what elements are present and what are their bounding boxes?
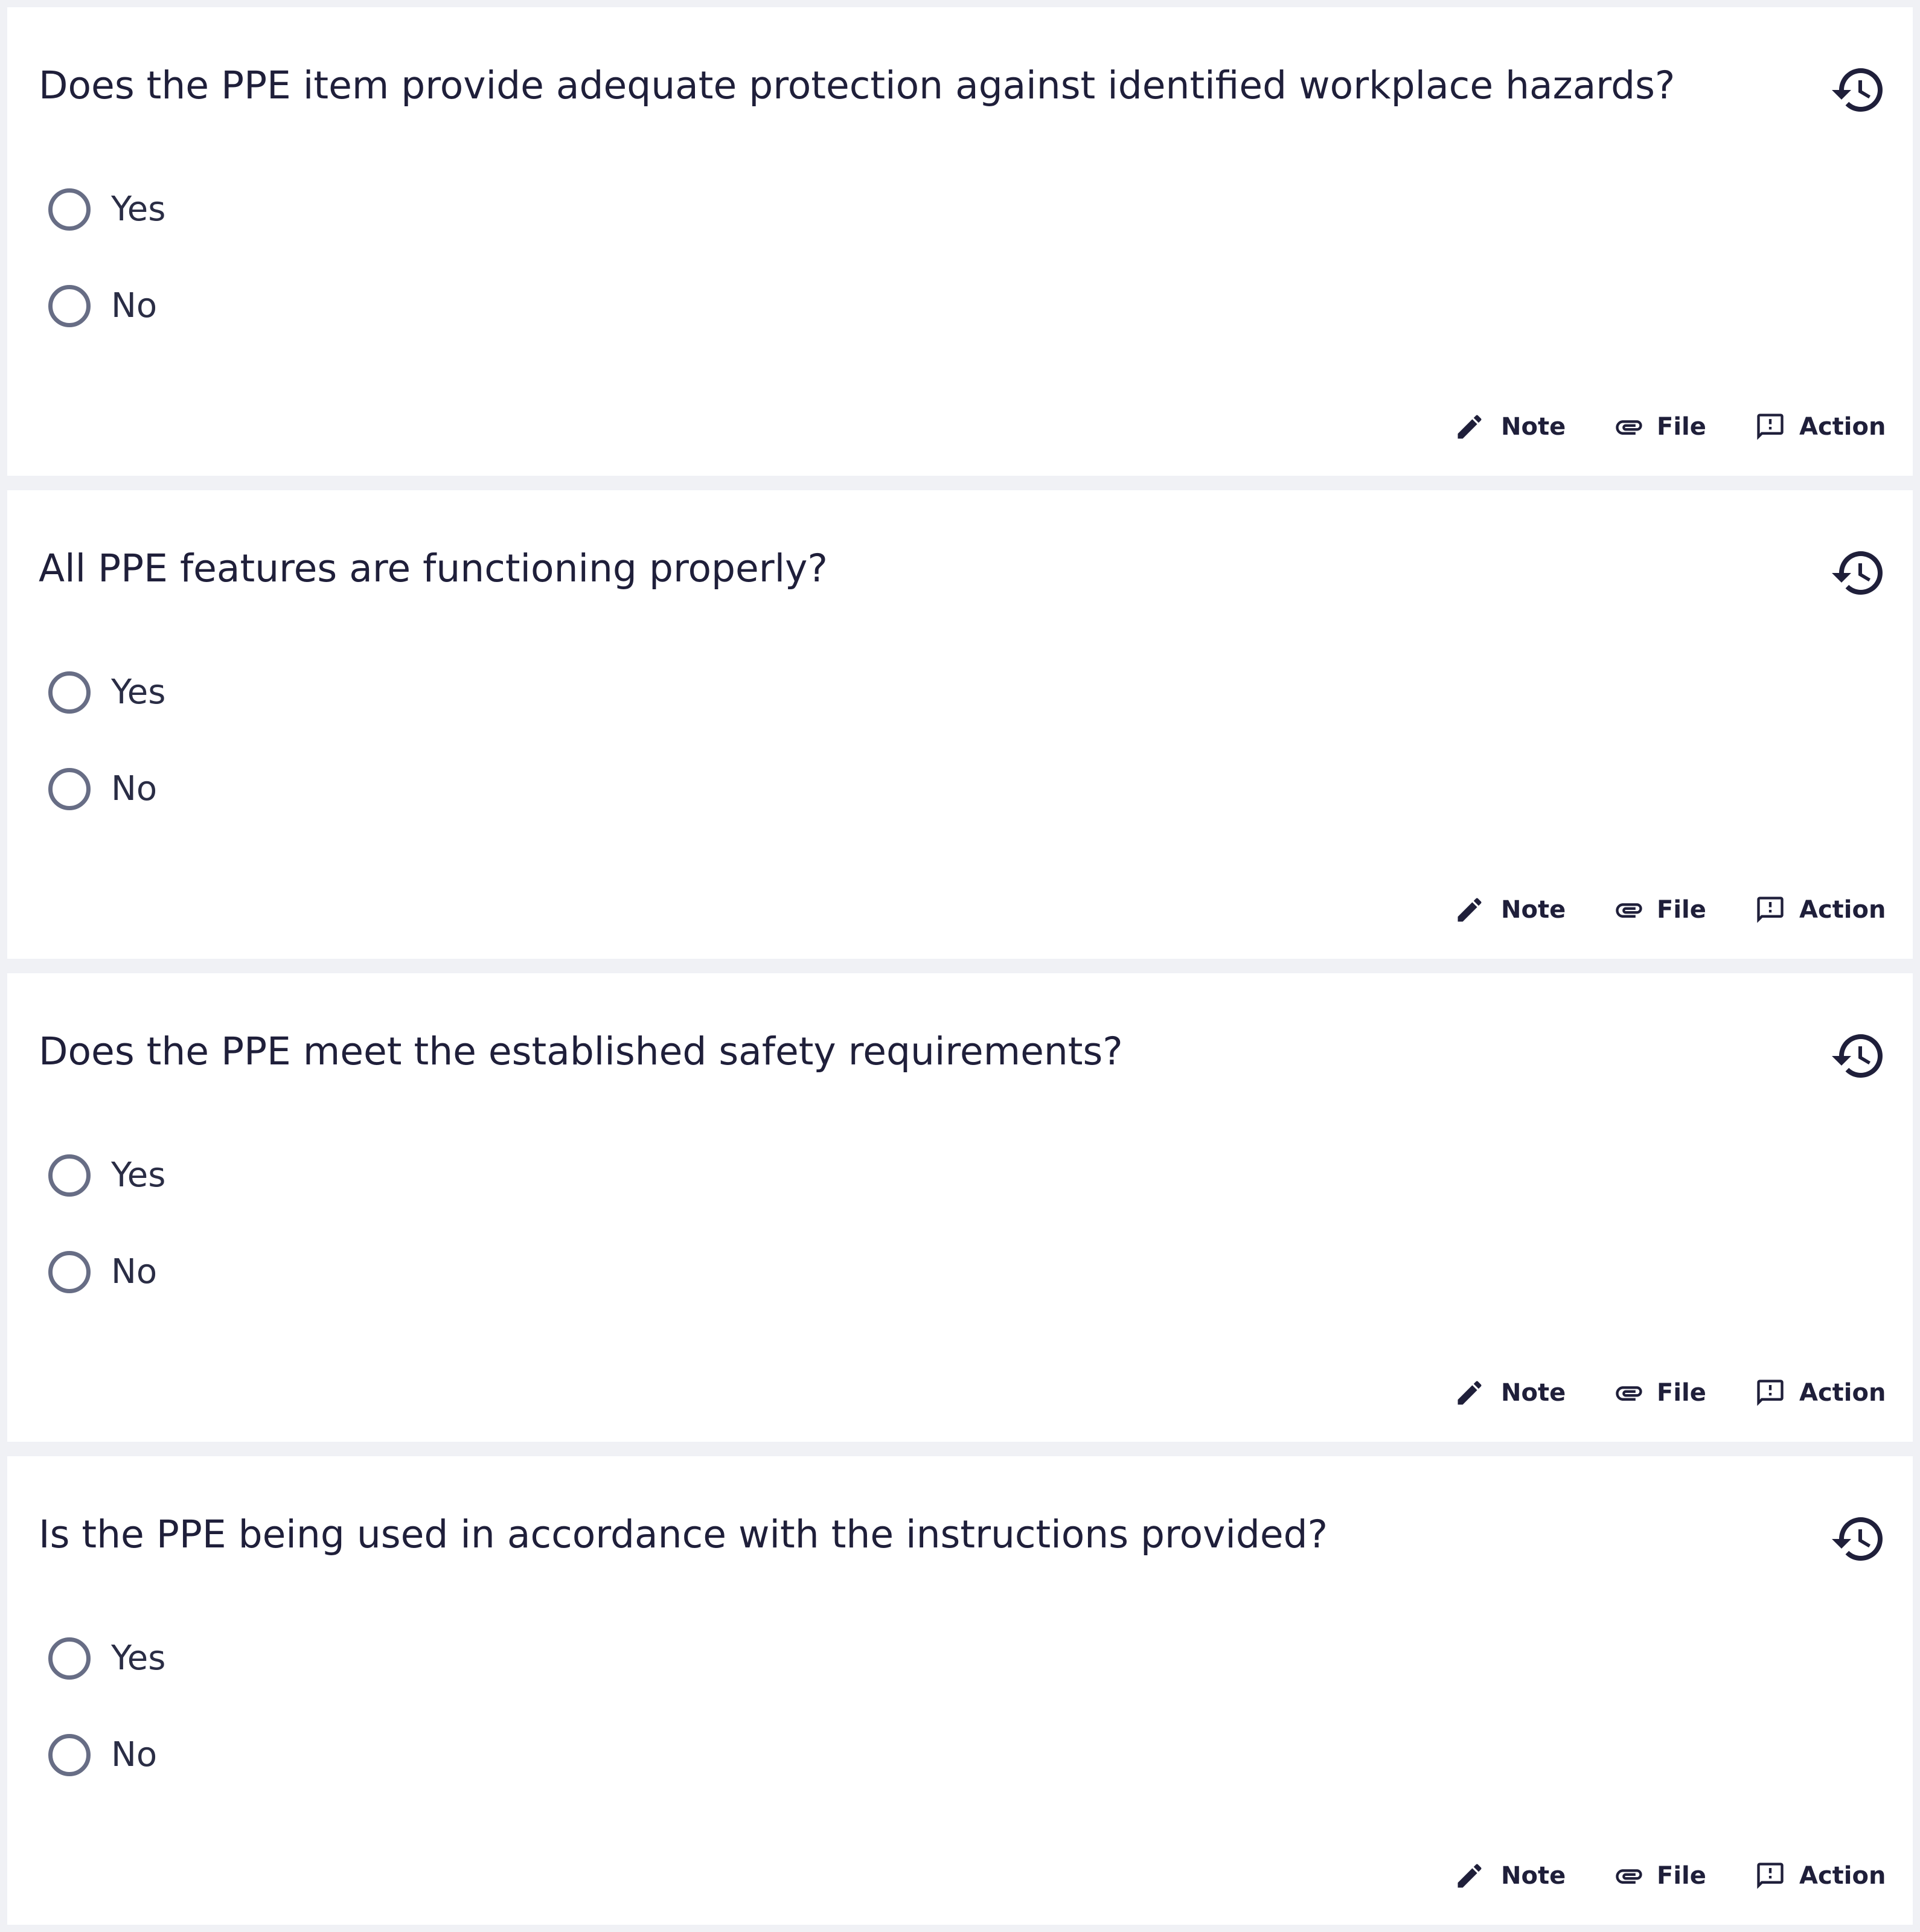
- action-button[interactable]: Action: [1755, 1852, 1886, 1900]
- radio-button[interactable]: [48, 285, 91, 327]
- history-icon: [1832, 1034, 1883, 1078]
- feedback-icon: [1757, 414, 1784, 440]
- option-no[interactable]: No: [48, 762, 157, 816]
- note-button[interactable]: Note: [1454, 403, 1566, 451]
- file-label: File: [1657, 1862, 1706, 1890]
- history-button[interactable]: [1828, 543, 1889, 603]
- option-label: No: [111, 1735, 158, 1774]
- option-label: No: [111, 769, 158, 808]
- question-text: Does the PPE meet the established safety…: [39, 1029, 1123, 1073]
- option-no[interactable]: No: [48, 279, 157, 333]
- option-yes[interactable]: Yes: [48, 1148, 165, 1203]
- option-label: Yes: [111, 1156, 166, 1195]
- note-label: Note: [1501, 413, 1566, 441]
- pencil-icon: [1458, 415, 1482, 439]
- question-card: Does the PPE meet the established safety…: [7, 973, 1913, 1442]
- radio-button[interactable]: [48, 188, 91, 231]
- note-button[interactable]: Note: [1454, 1852, 1566, 1900]
- feedback-icon: [1757, 897, 1784, 923]
- radio-button[interactable]: [48, 1734, 91, 1776]
- question-text: Is the PPE being used in accordance with…: [39, 1512, 1328, 1556]
- question-card: Is the PPE being used in accordance with…: [7, 1456, 1913, 1925]
- radio-button[interactable]: [48, 1154, 91, 1197]
- note-label: Note: [1501, 1379, 1566, 1407]
- pencil-icon: [1458, 1381, 1482, 1405]
- pencil-icon: [1458, 898, 1482, 922]
- history-button[interactable]: [1828, 1509, 1889, 1569]
- option-label: No: [111, 286, 158, 325]
- file-button[interactable]: File: [1613, 886, 1706, 934]
- option-label: No: [111, 1252, 158, 1291]
- question-text: Does the PPE item provide adequate prote…: [39, 63, 1675, 107]
- action-label: Action: [1799, 1379, 1886, 1407]
- radio-button[interactable]: [48, 1251, 91, 1293]
- option-label: Yes: [111, 1639, 166, 1678]
- question-card: All PPE features are functioning properl…: [7, 490, 1913, 959]
- paperclip-icon: [1616, 420, 1642, 435]
- option-no[interactable]: No: [48, 1245, 157, 1299]
- option-label: Yes: [111, 190, 166, 229]
- option-label: Yes: [111, 673, 166, 712]
- action-button[interactable]: Action: [1755, 403, 1886, 451]
- question-text: All PPE features are functioning properl…: [39, 546, 828, 590]
- file-button[interactable]: File: [1613, 1369, 1706, 1417]
- history-icon: [1832, 551, 1883, 595]
- paperclip-icon: [1616, 1869, 1642, 1884]
- action-button[interactable]: Action: [1755, 1369, 1886, 1417]
- file-label: File: [1657, 896, 1706, 924]
- radio-button[interactable]: [48, 768, 91, 810]
- checklist-page: Does the PPE item provide adequate prote…: [0, 0, 1920, 1932]
- history-button[interactable]: [1828, 1026, 1889, 1086]
- note-label: Note: [1501, 896, 1566, 924]
- option-yes[interactable]: Yes: [48, 182, 165, 237]
- radio-button[interactable]: [48, 1637, 91, 1680]
- pencil-icon: [1458, 1864, 1482, 1888]
- file-button[interactable]: File: [1613, 403, 1706, 451]
- action-button[interactable]: Action: [1755, 886, 1886, 934]
- radio-button[interactable]: [48, 671, 91, 714]
- action-label: Action: [1799, 413, 1886, 441]
- note-button[interactable]: Note: [1454, 1369, 1566, 1417]
- file-button[interactable]: File: [1613, 1852, 1706, 1900]
- history-icon: [1832, 68, 1883, 112]
- paperclip-icon: [1616, 1386, 1642, 1401]
- feedback-icon: [1757, 1380, 1784, 1406]
- option-yes[interactable]: Yes: [48, 665, 165, 720]
- history-icon: [1832, 1517, 1883, 1561]
- file-label: File: [1657, 1379, 1706, 1407]
- action-label: Action: [1799, 896, 1886, 924]
- option-yes[interactable]: Yes: [48, 1631, 165, 1686]
- question-card: Does the PPE item provide adequate prote…: [7, 7, 1913, 476]
- paperclip-icon: [1616, 903, 1642, 918]
- note-button[interactable]: Note: [1454, 886, 1566, 934]
- option-no[interactable]: No: [48, 1728, 157, 1782]
- file-label: File: [1657, 413, 1706, 441]
- history-button[interactable]: [1828, 60, 1889, 120]
- action-label: Action: [1799, 1862, 1886, 1890]
- note-label: Note: [1501, 1862, 1566, 1890]
- feedback-icon: [1757, 1863, 1784, 1889]
